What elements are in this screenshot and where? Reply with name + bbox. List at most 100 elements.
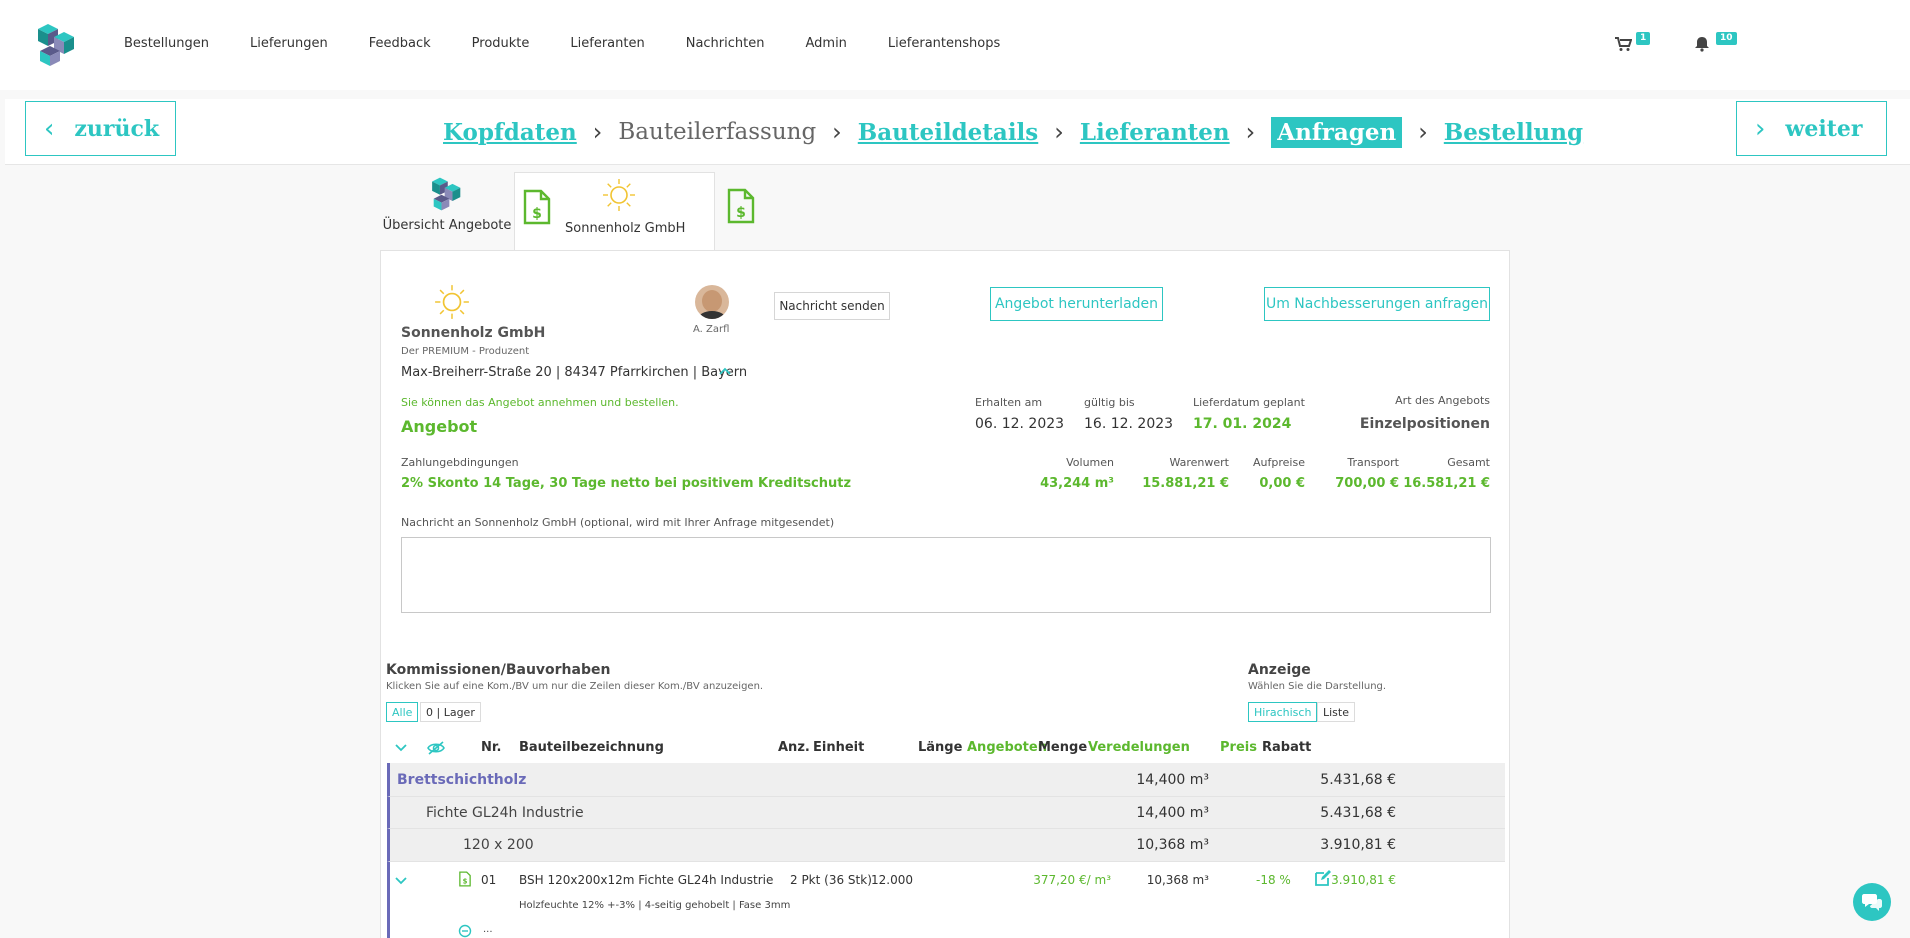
chat-button[interactable] bbox=[1853, 883, 1891, 921]
step-bauteildetails[interactable]: Bauteildetails bbox=[858, 119, 1038, 146]
received-label: Erhalten am bbox=[975, 396, 1043, 409]
svg-text:$: $ bbox=[463, 878, 468, 886]
surcharge-value: 0,00 € bbox=[1259, 476, 1305, 491]
filter-all-chip[interactable]: Alle bbox=[386, 702, 419, 722]
col-finishing[interactable]: Veredelungen bbox=[1088, 740, 1190, 755]
nav-admin[interactable]: Admin bbox=[805, 36, 846, 51]
supplier-address: Max-Breiherr-Straße 20 | 84347 Pfarrkirc… bbox=[401, 365, 748, 380]
col-nr[interactable]: Nr. bbox=[481, 740, 501, 755]
nav-lieferungen[interactable]: Lieferungen bbox=[250, 36, 328, 51]
commissions-title: Kommissionen/Bauvorhaben bbox=[386, 662, 611, 678]
app-logo-icon[interactable] bbox=[34, 22, 80, 68]
group-row[interactable]: Fichte GL24h Industrie 14,400 m³ 5.431,6… bbox=[387, 797, 1505, 829]
col-offered[interactable]: Angeboten bbox=[967, 740, 1047, 755]
back-label: zurück bbox=[74, 115, 160, 142]
row-details: Holzfeuchte 12% +-3% | 4-seitig gehobelt… bbox=[519, 900, 791, 911]
wizard-step-bar: ‹ zurück Kopfdaten › Bauteilerfassung › … bbox=[5, 99, 1910, 165]
col-name[interactable]: Bauteilbezeichnung bbox=[519, 740, 664, 755]
group-amount: 10,368 m³ bbox=[1136, 837, 1209, 853]
row-price: 3.910,81 € bbox=[1331, 873, 1396, 887]
message-textarea[interactable] bbox=[401, 537, 1491, 613]
tab-overview[interactable]: Übersicht Angebote bbox=[380, 172, 514, 252]
next-button[interactable]: › weiter bbox=[1736, 101, 1887, 156]
filter-lager-chip[interactable]: 0 | Lager bbox=[420, 702, 481, 722]
supplier-tagline: Der PREMIUM - Produzent bbox=[401, 346, 530, 357]
step-lieferanten[interactable]: Lieferanten bbox=[1080, 119, 1230, 146]
received-date: 06. 12. 2023 bbox=[975, 416, 1065, 432]
step-bauteilerfassung[interactable]: Bauteilerfassung bbox=[618, 119, 816, 145]
col-unit[interactable]: Einheit bbox=[813, 740, 864, 755]
payment-terms: 2% Skonto 14 Tage, 30 Tage netto bei pos… bbox=[401, 476, 852, 491]
step-bestellung[interactable]: Bestellung bbox=[1444, 119, 1583, 146]
row-offered: 377,20 €/ m³ bbox=[1033, 873, 1111, 887]
breadcrumb-steps: Kopfdaten › Bauteilerfassung › Bauteilde… bbox=[443, 115, 1583, 149]
eye-off-icon[interactable] bbox=[426, 740, 446, 756]
display-title: Anzeige bbox=[1248, 662, 1311, 678]
transport-label: Transport bbox=[1347, 456, 1399, 469]
group-amount: 14,400 m³ bbox=[1136, 772, 1209, 788]
notifications-button[interactable]: 10 bbox=[1694, 32, 1737, 54]
total-value: 16.581,21 € bbox=[1403, 476, 1490, 491]
delivery-label: Lieferdatum geplant bbox=[1193, 396, 1305, 409]
request-improvements-button[interactable]: Um Nachbesserungen anfragen bbox=[1264, 287, 1490, 321]
next-label: weiter bbox=[1785, 115, 1863, 142]
edit-icon[interactable] bbox=[1314, 869, 1332, 887]
col-amount[interactable]: Menge bbox=[1038, 740, 1087, 755]
nav-feedback[interactable]: Feedback bbox=[369, 36, 431, 51]
svg-text:$: $ bbox=[736, 205, 746, 221]
avatar[interactable] bbox=[695, 285, 729, 319]
col-discount[interactable]: Rabatt bbox=[1262, 740, 1311, 755]
col-price[interactable]: Preis bbox=[1220, 740, 1257, 755]
valid-label: gültig bis bbox=[1084, 396, 1135, 409]
download-offer-button[interactable]: Angebot herunterladen bbox=[990, 287, 1163, 321]
offer-notice: Sie können das Angebot annehmen und best… bbox=[401, 396, 679, 409]
display-list-chip[interactable]: Liste bbox=[1317, 702, 1355, 722]
display-hierarchy-chip[interactable]: Hirachisch bbox=[1248, 702, 1318, 722]
nav-lieferantenshops[interactable]: Lieferantenshops bbox=[888, 36, 1000, 51]
back-button[interactable]: ‹ zurück bbox=[25, 101, 176, 156]
nav-produkte[interactable]: Produkte bbox=[472, 36, 530, 51]
row-discount: -18 % bbox=[1256, 873, 1291, 887]
valid-date: 16. 12. 2023 bbox=[1084, 416, 1174, 432]
group-row[interactable]: Brettschichtholz 14,400 m³ 5.431,68 € bbox=[387, 763, 1505, 797]
chevron-right-icon: › bbox=[1755, 113, 1766, 144]
top-navigation: Bestellungen Lieferungen Feedback Produk… bbox=[0, 0, 1910, 90]
surcharge-label: Aufpreise bbox=[1253, 456, 1305, 469]
tab-overview-label: Übersicht Angebote bbox=[382, 218, 512, 233]
cart-badge: 1 bbox=[1636, 32, 1651, 45]
goods-label: Warenwert bbox=[1169, 456, 1229, 469]
nav-lieferanten[interactable]: Lieferanten bbox=[570, 36, 644, 51]
chevron-down-icon[interactable] bbox=[395, 877, 407, 885]
delivery-date: 17. 01. 2024 bbox=[1193, 416, 1292, 432]
invoice-icon: $ bbox=[523, 189, 551, 225]
nav-nachrichten[interactable]: Nachrichten bbox=[686, 36, 765, 51]
step-anfragen[interactable]: Anfragen bbox=[1271, 116, 1403, 148]
chevron-down-icon[interactable] bbox=[395, 744, 407, 752]
transport-value: 700,00 € bbox=[1335, 476, 1399, 491]
invoice-icon[interactable]: $ bbox=[459, 871, 471, 887]
tab-supplier[interactable]: $ Sonnenholz GmbH bbox=[514, 172, 715, 252]
chevron-up-icon[interactable] bbox=[719, 367, 731, 375]
table-header: Nr. Bauteilbezeichnung Anz. Einheit Läng… bbox=[387, 733, 1505, 763]
chevron-right-icon: › bbox=[1418, 118, 1428, 146]
col-length[interactable]: Länge bbox=[918, 740, 962, 755]
offer-title: Angebot bbox=[401, 417, 478, 436]
contact-name: A. Zarfl bbox=[693, 324, 730, 335]
row-amount: 10,368 m³ bbox=[1146, 873, 1209, 887]
group-amount: 14,400 m³ bbox=[1136, 805, 1209, 821]
col-qty[interactable]: Anz. bbox=[778, 740, 810, 755]
cart-button[interactable]: 1 bbox=[1614, 32, 1654, 54]
group-row[interactable]: 120 x 200 10,368 m³ 3.910,81 € bbox=[387, 829, 1505, 862]
group-name: Fichte GL24h Industrie bbox=[426, 805, 584, 821]
step-kopfdaten[interactable]: Kopfdaten bbox=[443, 119, 577, 146]
main-menu: Bestellungen Lieferungen Feedback Produk… bbox=[124, 36, 1041, 51]
header-icons: 1 10 bbox=[1614, 32, 1737, 54]
finishing-icon[interactable] bbox=[458, 924, 472, 938]
tab-new-offer[interactable]: $ bbox=[715, 172, 769, 252]
group-name: Brettschichtholz bbox=[397, 772, 527, 788]
table-row[interactable]: $ 01 BSH 120x200x12m Fichte GL24h Indust… bbox=[387, 862, 1505, 938]
send-message-button[interactable]: Nachricht senden bbox=[774, 292, 890, 320]
invoice-icon: $ bbox=[727, 188, 755, 224]
group-name: 120 x 200 bbox=[463, 837, 534, 853]
nav-bestellungen[interactable]: Bestellungen bbox=[124, 36, 209, 51]
